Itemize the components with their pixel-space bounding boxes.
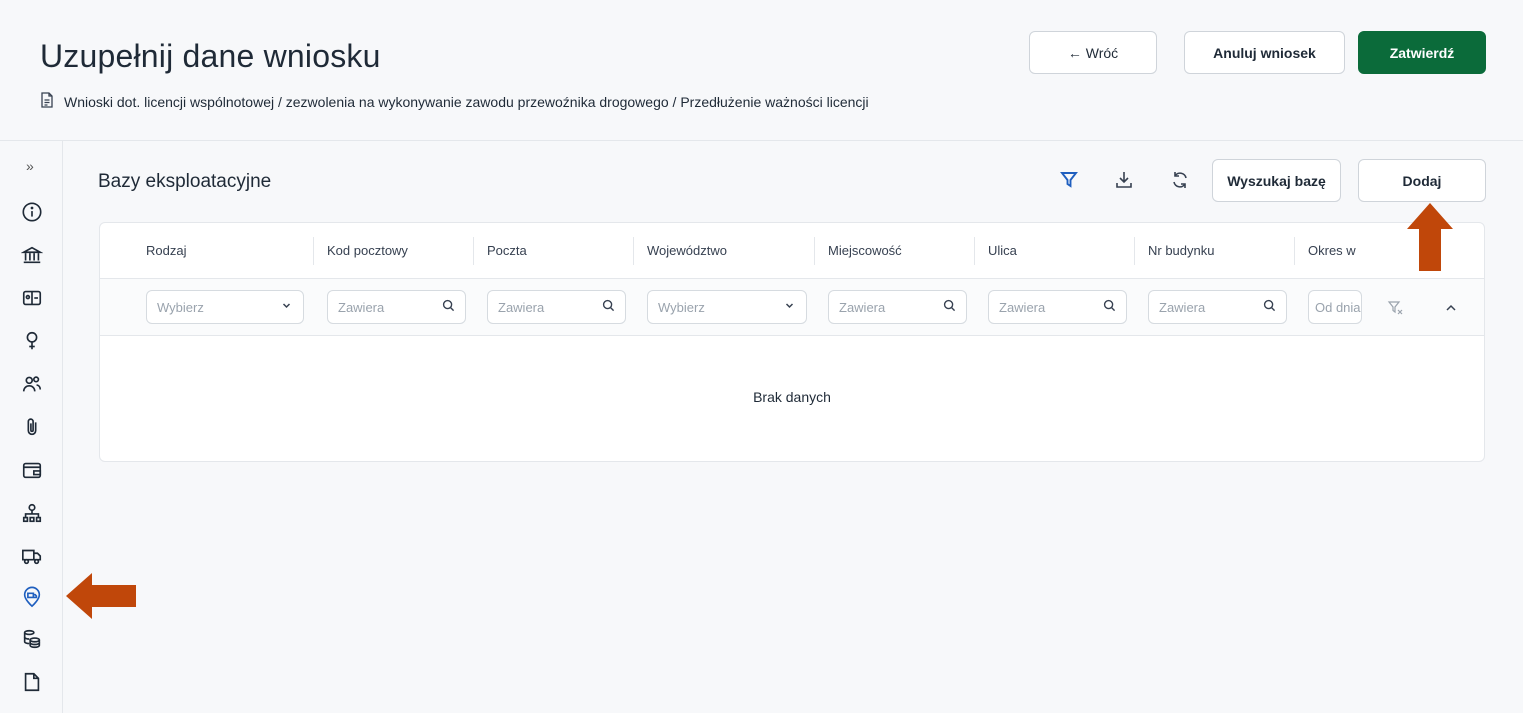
filter-placeholder: Wybierz [658, 299, 705, 315]
back-button[interactable]: ← Wróć [1029, 31, 1157, 74]
filter-row: Wybierz Zawiera Zawiera Wybierz Zawiera … [100, 279, 1484, 336]
column-divider [633, 237, 634, 265]
filter-icon[interactable] [1057, 168, 1081, 192]
search-icon [602, 299, 615, 315]
column-divider [1134, 237, 1135, 265]
bases-table: Rodzaj Kod pocztowy Poczta Województwo M… [99, 222, 1485, 462]
org-structure-icon[interactable] [20, 501, 44, 525]
annotation-arrow-left [66, 573, 136, 619]
column-divider [1294, 237, 1295, 265]
info-icon[interactable] [20, 200, 44, 224]
chevron-up-icon[interactable] [1443, 300, 1459, 321]
search-base-button[interactable]: Wyszukaj bazę [1212, 159, 1341, 202]
confirm-button[interactable]: Zatwierdź [1358, 31, 1486, 74]
chevron-down-icon [280, 299, 293, 315]
sidebar-expand-button[interactable]: » [26, 158, 34, 174]
person-pin-icon[interactable] [20, 329, 44, 353]
table-header: Rodzaj Kod pocztowy Poczta Województwo M… [100, 223, 1484, 279]
refresh-icon[interactable] [1168, 168, 1192, 192]
column-header[interactable]: Ulica [988, 243, 1017, 258]
column-divider [974, 237, 975, 265]
chevron-down-icon [783, 299, 796, 315]
coins-icon[interactable] [20, 627, 44, 651]
truck-location-icon[interactable] [20, 585, 44, 609]
people-icon[interactable] [20, 372, 44, 396]
column-header[interactable]: Rodzaj [146, 243, 186, 258]
column-header[interactable]: Miejscowość [828, 243, 902, 258]
page-title: Uzupełnij dane wniosku [40, 38, 381, 74]
clear-filter-icon[interactable] [1387, 300, 1403, 321]
street-filter-input[interactable]: Zawiera [988, 290, 1127, 324]
column-header[interactable]: Okres w [1308, 243, 1356, 258]
filter-placeholder: Zawiera [839, 299, 886, 315]
search-icon [943, 299, 956, 315]
annotation-arrow-up [1407, 203, 1453, 271]
bank-icon[interactable] [20, 243, 44, 267]
column-header[interactable]: Kod pocztowy [327, 243, 408, 258]
document-icon [40, 92, 54, 111]
truck-icon[interactable] [20, 544, 44, 568]
breadcrumb: Wnioski dot. licencji wspólnotowej / zez… [40, 92, 869, 111]
search-icon [1263, 299, 1276, 315]
download-icon[interactable] [1112, 168, 1136, 192]
column-header[interactable]: Województwo [647, 243, 727, 258]
empty-state-text: Brak danych [753, 389, 831, 405]
cancel-request-button[interactable]: Anuluj wniosek [1184, 31, 1345, 74]
column-divider [313, 237, 314, 265]
id-card-icon[interactable] [20, 286, 44, 310]
filter-placeholder: Zawiera [999, 299, 1046, 315]
column-divider [473, 237, 474, 265]
filter-placeholder: Od dnia [1315, 299, 1361, 315]
search-icon [1103, 299, 1116, 315]
filter-placeholder: Zawiera [498, 299, 545, 315]
add-button[interactable]: Dodaj [1358, 159, 1486, 202]
section-title: Bazy eksploatacyjne [98, 171, 272, 192]
post-office-filter-input[interactable]: Zawiera [487, 290, 626, 324]
search-icon [442, 299, 455, 315]
city-filter-input[interactable]: Zawiera [828, 290, 967, 324]
period-filter-date[interactable]: Od dnia [1308, 290, 1362, 324]
voivodeship-filter-select[interactable]: Wybierz [647, 290, 807, 324]
column-header[interactable]: Poczta [487, 243, 527, 258]
type-filter-select[interactable]: Wybierz [146, 290, 304, 324]
document-icon[interactable] [20, 670, 44, 694]
postal-code-filter-input[interactable]: Zawiera [327, 290, 466, 324]
filter-placeholder: Zawiera [1159, 299, 1206, 315]
filter-placeholder: Zawiera [338, 299, 385, 315]
filter-placeholder: Wybierz [157, 299, 204, 315]
breadcrumb-text: Wnioski dot. licencji wspólnotowej / zez… [64, 93, 869, 110]
column-header[interactable]: Nr budynku [1148, 243, 1214, 258]
page-header: Uzupełnij dane wniosku Wnioski dot. lice… [0, 0, 1523, 141]
paperclip-icon[interactable] [20, 415, 44, 439]
column-divider [814, 237, 815, 265]
wallet-icon[interactable] [20, 458, 44, 482]
building-number-filter-input[interactable]: Zawiera [1148, 290, 1287, 324]
